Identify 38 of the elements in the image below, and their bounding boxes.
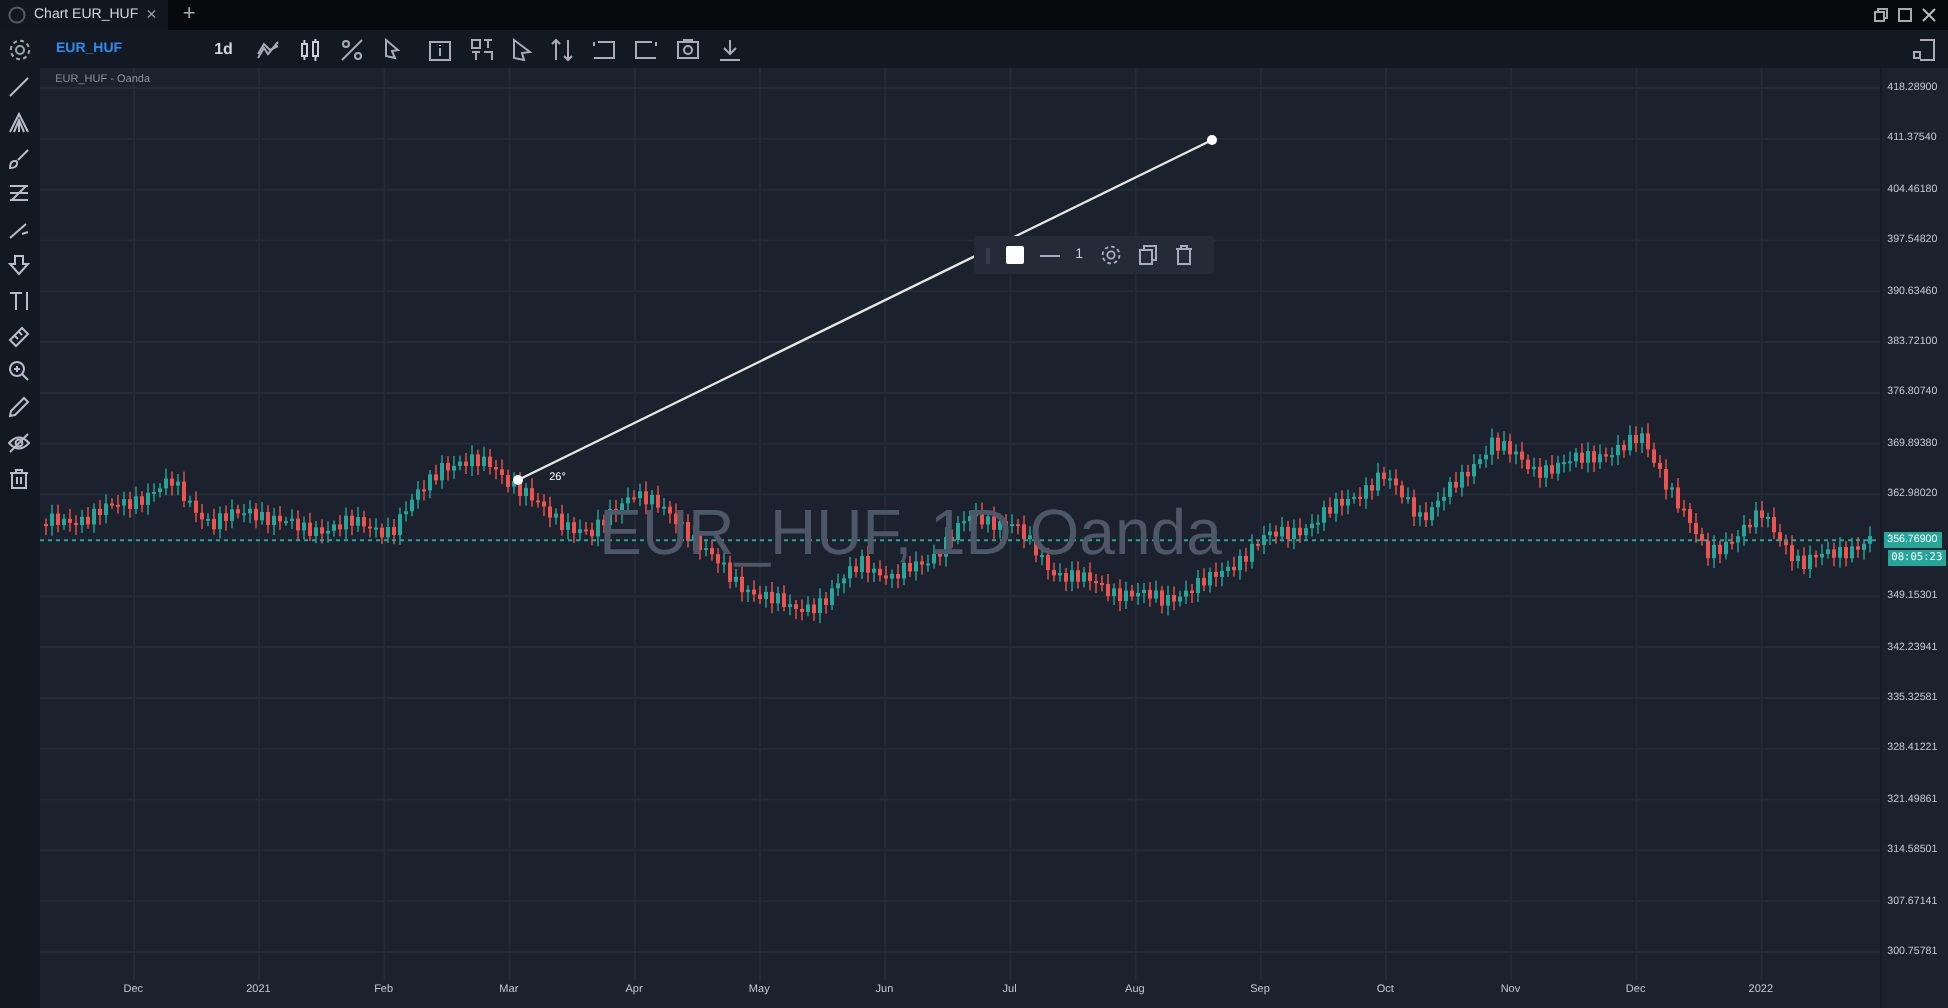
hide-icon[interactable] (8, 431, 31, 454)
cursor-icon[interactable] (382, 38, 403, 60)
fork-tool-icon[interactable] (8, 111, 31, 134)
ruler-icon[interactable] (8, 325, 31, 348)
color-swatch[interactable] (1005, 246, 1024, 264)
settings-icon[interactable] (8, 37, 32, 61)
settings-icon[interactable] (1099, 244, 1122, 266)
trash-icon[interactable] (8, 467, 31, 490)
fullscreen-icon[interactable] (1912, 37, 1936, 61)
line-style-icon[interactable] (1039, 253, 1060, 257)
info-icon[interactable] (428, 37, 453, 61)
download-icon[interactable] (718, 37, 743, 61)
parallel-lines-icon[interactable] (8, 182, 31, 205)
tab-close-button[interactable]: × (146, 6, 157, 24)
pencil-icon[interactable] (8, 396, 31, 419)
trash-icon[interactable] (1173, 244, 1194, 266)
compare-icon[interactable] (340, 37, 365, 61)
candlestick-icon[interactable] (298, 37, 323, 61)
restore-icon[interactable] (1874, 8, 1888, 22)
brush-icon[interactable] (8, 147, 31, 170)
pen-line-icon[interactable] (8, 218, 31, 241)
copy-icon[interactable] (1137, 244, 1158, 266)
text-tool-icon[interactable] (8, 289, 31, 312)
sort-icon[interactable] (550, 37, 575, 61)
zoom-in-icon[interactable] (8, 360, 31, 383)
tab-status-icon (8, 6, 26, 24)
maximize-icon[interactable] (1898, 8, 1912, 22)
undo-icon[interactable] (592, 39, 617, 59)
new-tab-button[interactable]: + (182, 4, 196, 26)
camera-icon[interactable] (676, 38, 701, 60)
down-arrow-icon[interactable] (8, 253, 31, 276)
indicator-icon[interactable] (256, 39, 281, 59)
redo-icon[interactable] (634, 39, 659, 59)
pointer-icon[interactable] (512, 37, 533, 61)
ohlc-icon[interactable] (470, 37, 495, 61)
line-tool-icon[interactable] (8, 76, 31, 98)
close-icon[interactable] (1922, 8, 1936, 22)
interval-button[interactable]: 1d (214, 40, 233, 58)
